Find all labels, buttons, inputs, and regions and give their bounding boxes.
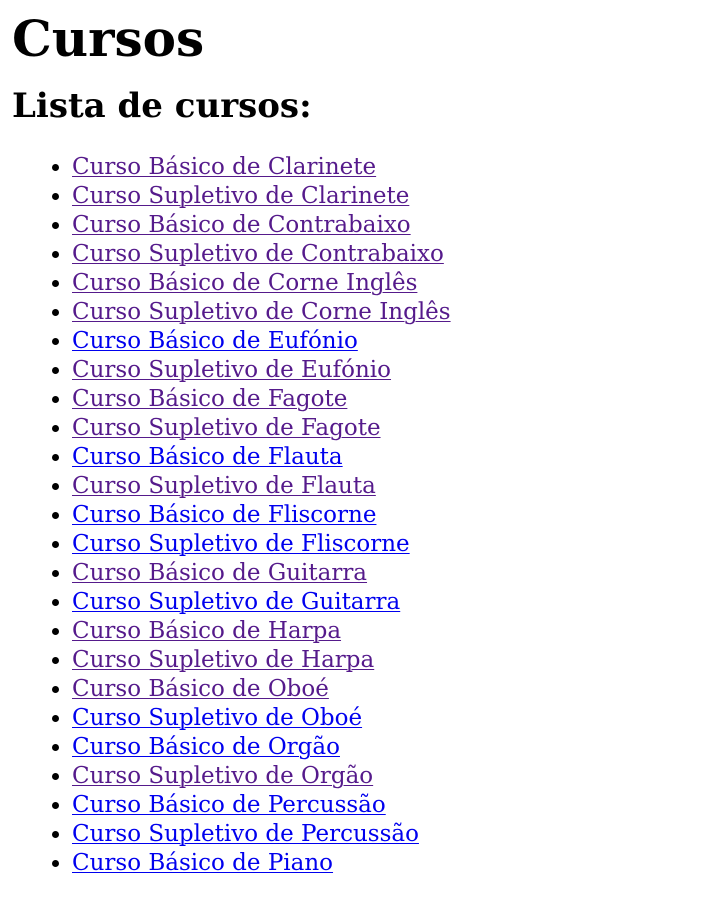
course-link[interactable]: Curso Básico de Oboé bbox=[72, 676, 329, 702]
course-link[interactable]: Curso Supletivo de Orgão bbox=[72, 763, 373, 789]
list-item: Curso Básico de Corne Inglês bbox=[72, 269, 707, 298]
course-link[interactable]: Curso Supletivo de Eufónio bbox=[72, 357, 391, 383]
list-item: Curso Supletivo de Flauta bbox=[72, 472, 707, 501]
course-link[interactable]: Curso Básico de Corne Inglês bbox=[72, 270, 417, 296]
course-link[interactable]: Curso Básico de Contrabaixo bbox=[72, 212, 411, 238]
list-item: Curso Básico de Fagote bbox=[72, 385, 707, 414]
course-link[interactable]: Curso Supletivo de Contrabaixo bbox=[72, 241, 444, 267]
course-list: Curso Básico de Clarinete Curso Supletivo… bbox=[12, 153, 707, 878]
course-link[interactable]: Curso Supletivo de Fagote bbox=[72, 415, 381, 441]
list-item: Curso Básico de Contrabaixo bbox=[72, 211, 707, 240]
list-item: Curso Básico de Eufónio bbox=[72, 327, 707, 356]
page-title: Cursos bbox=[12, 9, 205, 68]
course-link[interactable]: Curso Supletivo de Guitarra bbox=[72, 589, 400, 615]
course-link[interactable]: Curso Supletivo de Fliscorne bbox=[72, 531, 410, 557]
list-item: Curso Supletivo de Corne Inglês bbox=[72, 298, 707, 327]
course-link[interactable]: Curso Básico de Fagote bbox=[72, 386, 347, 412]
course-link[interactable]: Curso Básico de Piano bbox=[72, 850, 333, 876]
course-link[interactable]: Curso Supletivo de Harpa bbox=[72, 647, 374, 673]
list-item: Curso Supletivo de Percussão bbox=[72, 820, 707, 849]
list-item: Curso Básico de Orgão bbox=[72, 733, 707, 762]
list-item: Curso Básico de Flauta bbox=[72, 443, 707, 472]
page-content: Cursos Lista de cursos: Curso Básico de … bbox=[0, 9, 719, 878]
list-item: Curso Supletivo de Harpa bbox=[72, 646, 707, 675]
course-list-heading: Lista de cursos: bbox=[12, 86, 312, 126]
course-link[interactable]: Curso Básico de Harpa bbox=[72, 618, 341, 644]
course-link[interactable]: Curso Supletivo de Percussão bbox=[72, 821, 419, 847]
list-item: Curso Supletivo de Oboé bbox=[72, 704, 707, 733]
list-item: Curso Supletivo de Contrabaixo bbox=[72, 240, 707, 269]
list-item: Curso Supletivo de Fliscorne bbox=[72, 530, 707, 559]
list-item: Curso Básico de Oboé bbox=[72, 675, 707, 704]
list-item: Curso Básico de Clarinete bbox=[72, 153, 707, 182]
list-item: Curso Básico de Fliscorne bbox=[72, 501, 707, 530]
course-link[interactable]: Curso Supletivo de Oboé bbox=[72, 705, 362, 731]
list-item: Curso Supletivo de Guitarra bbox=[72, 588, 707, 617]
list-item: Curso Supletivo de Orgão bbox=[72, 762, 707, 791]
course-link[interactable]: Curso Básico de Flauta bbox=[72, 444, 343, 470]
list-item: Curso Supletivo de Fagote bbox=[72, 414, 707, 443]
course-link[interactable]: Curso Supletivo de Flauta bbox=[72, 473, 376, 499]
course-link[interactable]: Curso Básico de Fliscorne bbox=[72, 502, 376, 528]
course-link[interactable]: Curso Básico de Guitarra bbox=[72, 560, 367, 586]
course-link[interactable]: Curso Básico de Percussão bbox=[72, 792, 386, 818]
course-link[interactable]: Curso Básico de Orgão bbox=[72, 734, 340, 760]
list-item: Curso Básico de Guitarra bbox=[72, 559, 707, 588]
course-link[interactable]: Curso Supletivo de Clarinete bbox=[72, 183, 409, 209]
list-item: Curso Supletivo de Eufónio bbox=[72, 356, 707, 385]
list-item: Curso Básico de Percussão bbox=[72, 791, 707, 820]
course-link[interactable]: Curso Básico de Eufónio bbox=[72, 328, 358, 354]
list-item: Curso Básico de Piano bbox=[72, 849, 707, 878]
list-item: Curso Básico de Harpa bbox=[72, 617, 707, 646]
course-link[interactable]: Curso Básico de Clarinete bbox=[72, 154, 376, 180]
list-item: Curso Supletivo de Clarinete bbox=[72, 182, 707, 211]
course-link[interactable]: Curso Supletivo de Corne Inglês bbox=[72, 299, 451, 325]
